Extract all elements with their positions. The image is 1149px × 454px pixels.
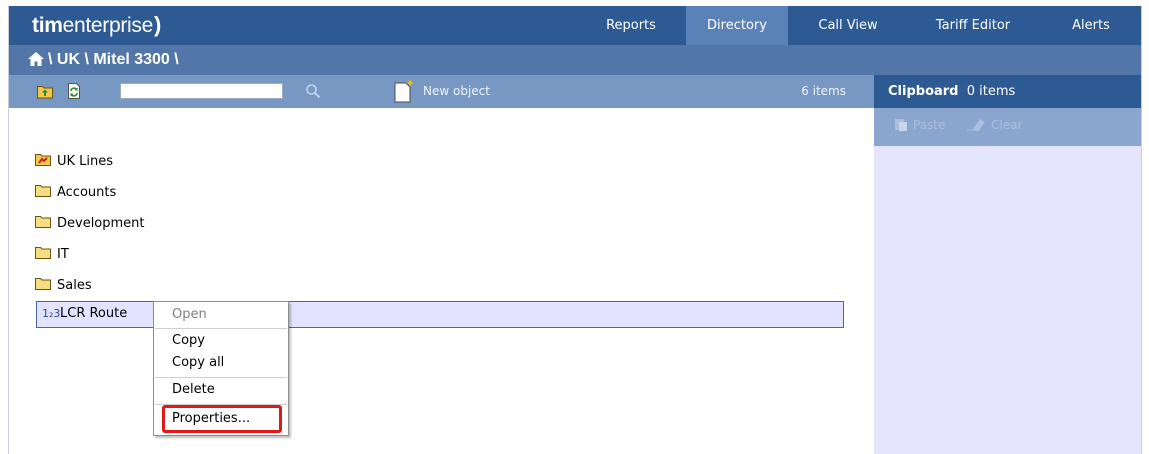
logo-bold-text: tim [32,14,63,37]
logo[interactable]: timenterprise) [32,12,161,38]
menu-item-delete[interactable]: Delete [155,379,287,401]
list-item-it[interactable]: IT [35,244,69,266]
folder-icon [35,185,51,197]
paste-label: Paste [913,118,946,132]
top-nav: timenterprise) Reports Directory Call Vi… [9,6,1141,45]
logo-mark: ) [154,12,162,37]
app-window: timenterprise) Reports Directory Call Vi… [8,6,1142,454]
nav-reports[interactable]: Reports [585,6,677,45]
list-item-label: Development [57,216,145,231]
folder-icon [35,278,51,290]
list-item-sales[interactable]: Sales [35,275,92,297]
list-item-label: IT [57,247,69,262]
clear-label: Clear [991,118,1023,132]
paste-button[interactable]: Paste [894,118,945,133]
menu-separator [155,328,287,329]
item-count: 6 items [801,84,846,98]
menu-separator [155,377,287,378]
list-item-label: UK Lines [57,154,114,169]
clipboard-count: 0 items [966,84,1016,99]
line-folder-icon [35,154,51,166]
clipboard-title-label: Clipboard [888,84,959,99]
toolbar: New object 6 items [9,75,874,108]
menu-item-copy[interactable]: Copy [155,330,287,352]
breadcrumb: \ UK \ Mitel 3300 \ [9,45,1141,75]
home-icon[interactable] [28,52,44,67]
nav-tariff-editor[interactable]: Tariff Editor [918,6,1028,45]
properties-highlight-box [162,405,282,433]
directory-list: UK Lines Accounts Development IT Sales 1… [9,108,874,454]
paste-icon [895,118,907,131]
context-menu: Open Copy Copy all Delete Properties... [153,301,289,436]
menu-item-open[interactable]: Open [155,304,287,326]
search-icon[interactable] [305,83,321,99]
clipboard-body [874,146,1141,454]
list-item-label: Accounts [57,185,117,200]
list-item-accounts[interactable]: Accounts [35,182,116,204]
list-item-label: LCR Route [60,306,128,321]
folder-up-icon[interactable] [37,83,53,99]
refresh-icon[interactable] [66,83,82,99]
list-item-label: Sales [57,278,92,293]
eraser-icon [967,118,985,132]
clipboard-header: Clipboard 0 items [874,75,1141,108]
list-item-development[interactable]: Development [35,213,145,235]
logo-rest-text: enterprise [62,14,154,37]
nav-alerts[interactable]: Alerts [1059,6,1123,45]
list-item-uk-lines[interactable]: UK Lines [35,151,113,173]
folder-icon [35,247,51,259]
menu-item-copy-all[interactable]: Copy all [155,352,287,374]
nav-directory[interactable]: Directory [686,6,788,45]
new-object-label: New object [423,84,490,98]
breadcrumb-path[interactable]: \ UK \ Mitel 3300 \ [48,51,179,69]
clipboard-actions: Paste Clear [874,108,1141,146]
clear-button[interactable]: Clear [967,118,1022,133]
new-object-icon [394,79,414,103]
nav-call-view[interactable]: Call View [806,6,890,45]
lcr-route-icon: 1₂3 [42,307,61,320]
folder-icon [35,216,51,228]
clipboard-title: Clipboard 0 items [888,84,1015,99]
search-input[interactable] [120,83,283,99]
